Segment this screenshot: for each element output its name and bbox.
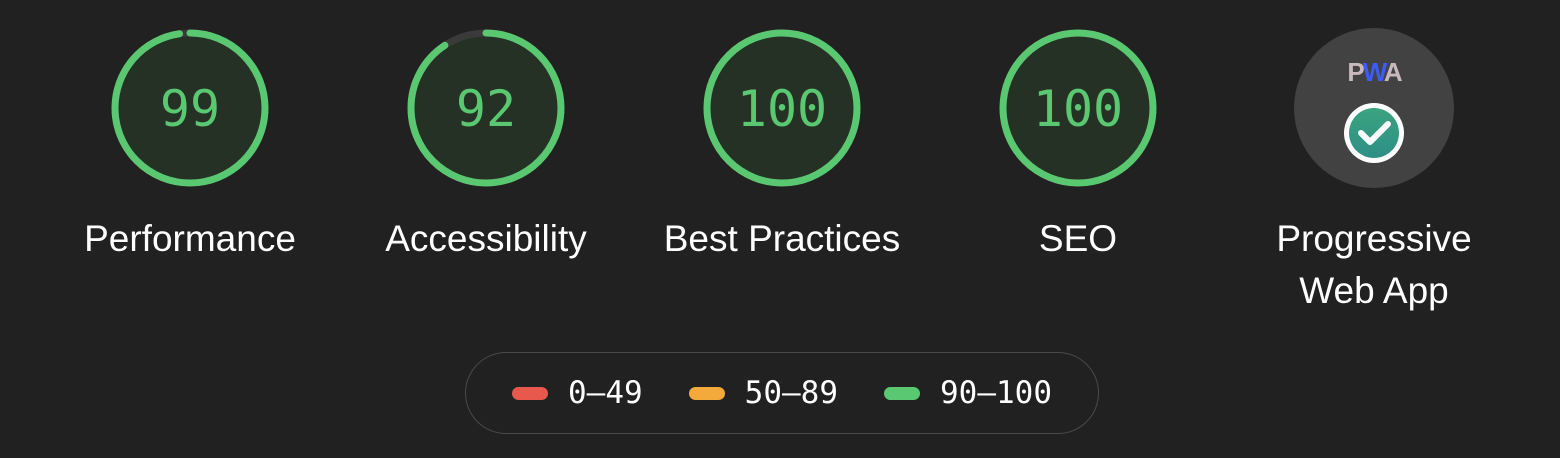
pwa-badge: PWA — [1294, 28, 1454, 188]
gauge-pwa[interactable]: PWA Progressive Web App — [1224, 27, 1524, 317]
gauge-performance-label: Performance — [84, 218, 296, 259]
legend-pass-range: 90–100 — [940, 375, 1052, 411]
gauge-seo-label: SEO — [1038, 218, 1118, 259]
gauge-seo-score: 100 — [1033, 80, 1123, 138]
gauge-best-practices-ring: 100 — [703, 29, 861, 187]
gauge-performance-score: 99 — [160, 80, 220, 138]
legend-fail-swatch — [512, 386, 549, 400]
legend-average-swatch — [688, 386, 725, 400]
gauge-accessibility[interactable]: 92 Accessibility — [336, 27, 636, 265]
score-legend: 0–49 50–89 90–100 — [465, 352, 1099, 434]
pwa-label-line1: Progressive — [1276, 218, 1472, 259]
gauge-best-practices[interactable]: 100 Best Practices — [632, 27, 932, 265]
legend-item-average: 50–89 — [688, 375, 838, 411]
gauge-accessibility-label: Accessibility — [385, 218, 587, 259]
gauge-pwa-label: Progressive Web App — [1244, 213, 1504, 317]
gauge-performance-ring: 99 — [111, 29, 269, 187]
legend-item-fail: 0–49 — [512, 375, 643, 411]
gauge-performance[interactable]: 99 Performance — [40, 27, 340, 265]
gauge-best-practices-score: 100 — [737, 80, 827, 138]
pwa-label-line2: Web App — [1299, 270, 1449, 311]
gauge-seo-ring: 100 — [999, 29, 1157, 187]
legend-average-range: 50–89 — [744, 375, 838, 411]
legend-pass-swatch — [884, 386, 920, 400]
legend-fail-range: 0–49 — [568, 375, 643, 411]
pwa-logo-icon: PWA — [1347, 57, 1402, 87]
gauge-seo[interactable]: 100 SEO — [928, 27, 1228, 265]
gauge-accessibility-ring: 92 — [407, 29, 565, 187]
gauge-accessibility-score: 92 — [456, 80, 516, 138]
legend-item-pass: 90–100 — [884, 375, 1052, 411]
gauge-best-practices-label: Best Practices — [663, 218, 901, 259]
checkmark-icon — [1344, 103, 1404, 163]
